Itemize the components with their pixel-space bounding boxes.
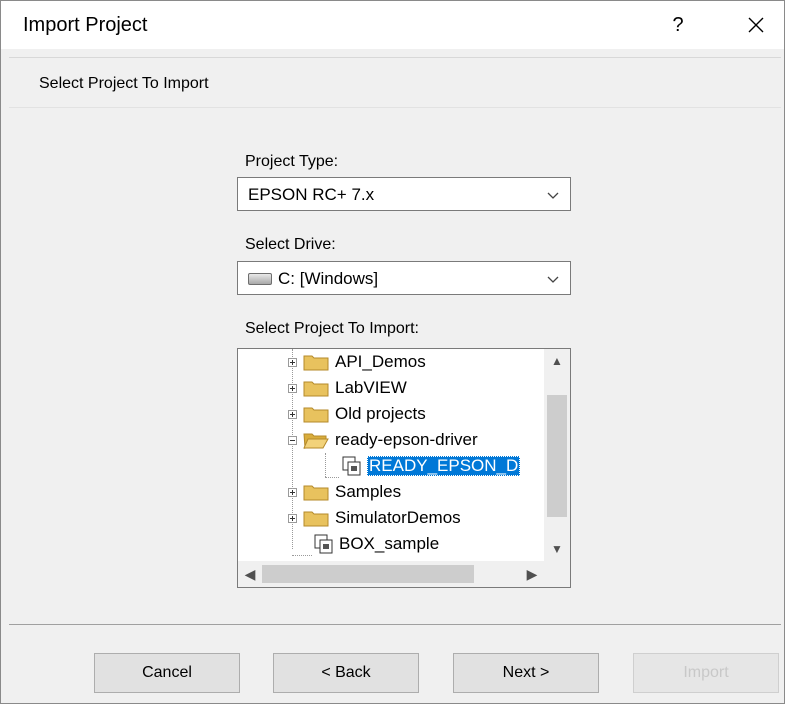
vertical-scroll-thumb[interactable]: [547, 395, 567, 517]
folder-icon: [303, 381, 329, 397]
title-bar: Import Project ?: [1, 1, 784, 49]
project-type-label: Project Type:: [245, 153, 339, 170]
expand-plus-icon[interactable]: [288, 513, 297, 523]
tree-item[interactable]: SimulatorDemos: [288, 505, 461, 531]
tree-item-label: READY_EPSON_D: [367, 456, 521, 476]
drive-select[interactable]: C: [Windows]: [237, 261, 571, 295]
project-tree-label: Select Project To Import:: [245, 320, 419, 337]
step-title: Select Project To Import: [39, 75, 209, 92]
scroll-down-icon[interactable]: ▼: [544, 537, 570, 561]
folder-icon: [303, 511, 329, 527]
project-icon: [314, 534, 333, 554]
vertical-scrollbar[interactable]: ▲ ▼: [544, 349, 570, 561]
tree-connector-line: [325, 453, 326, 477]
header-panel: Select Project To Import: [9, 57, 781, 108]
project-tree[interactable]: API_Demos LabVIEW Old projects ready-eps…: [237, 348, 571, 588]
tree-item[interactable]: BOX_sample: [314, 531, 439, 557]
close-icon: [748, 17, 764, 33]
tree-item-label: ready-epson-driver: [335, 430, 478, 449]
horizontal-scroll-thumb[interactable]: [262, 565, 474, 583]
tree-item-selected[interactable]: READY_EPSON_D: [342, 453, 521, 479]
tree-connector-line: [325, 477, 339, 478]
open-folder-icon: [303, 433, 329, 449]
folder-icon: [303, 355, 329, 371]
tree-item-label: LabVIEW: [335, 378, 407, 397]
tree-item[interactable]: Old projects: [288, 401, 426, 427]
back-button[interactable]: < Back: [273, 653, 419, 693]
drive-value: C: [Windows]: [278, 269, 379, 288]
tree-content: API_Demos LabVIEW Old projects ready-eps…: [238, 349, 544, 559]
tree-connector-line: [292, 555, 312, 556]
scroll-up-icon[interactable]: ▲: [544, 349, 570, 373]
close-button[interactable]: [729, 5, 783, 45]
scrollbar-corner: [544, 561, 570, 587]
tree-item[interactable]: Samples: [288, 479, 401, 505]
project-type-select[interactable]: EPSON RC+ 7.x: [237, 177, 571, 211]
project-icon: [342, 456, 361, 476]
dialog-title: Import Project: [23, 14, 148, 36]
project-type-value: EPSON RC+ 7.x: [248, 185, 375, 204]
tree-item-label: Old projects: [335, 404, 426, 423]
drive-value-wrap: C: [Windows]: [248, 269, 378, 289]
hard-drive-icon: [248, 273, 272, 285]
expand-plus-icon[interactable]: [288, 409, 297, 419]
collapse-minus-icon[interactable]: [288, 435, 297, 445]
tree-item[interactable]: API_Demos: [288, 349, 426, 375]
expand-plus-icon[interactable]: [288, 383, 297, 393]
drive-label: Select Drive:: [245, 236, 336, 253]
help-button[interactable]: ?: [653, 5, 703, 45]
tree-item-label: BOX_sample: [339, 534, 440, 553]
tree-item[interactable]: LabVIEW: [288, 375, 407, 401]
import-button[interactable]: Import: [633, 653, 779, 693]
tree-item-label: Samples: [335, 482, 402, 501]
folder-icon: [303, 407, 329, 423]
cancel-button[interactable]: Cancel: [94, 653, 240, 693]
chevron-down-icon: [547, 276, 559, 283]
folder-icon: [303, 485, 329, 501]
tree-item[interactable]: ready-epson-driver: [288, 427, 478, 453]
import-project-dialog: Import Project ? Select Project To Impor…: [0, 0, 785, 704]
expand-plus-icon[interactable]: [288, 487, 297, 497]
expand-plus-icon[interactable]: [288, 357, 297, 367]
chevron-down-icon: [547, 192, 559, 199]
scroll-left-icon[interactable]: ◀: [238, 561, 262, 587]
horizontal-scrollbar[interactable]: ◀ ▶: [238, 561, 544, 587]
scroll-right-icon[interactable]: ▶: [520, 561, 544, 587]
next-button[interactable]: Next >: [453, 653, 599, 693]
tree-item-label: SimulatorDemos: [335, 508, 461, 527]
tree-item-label: API_Demos: [335, 352, 426, 371]
